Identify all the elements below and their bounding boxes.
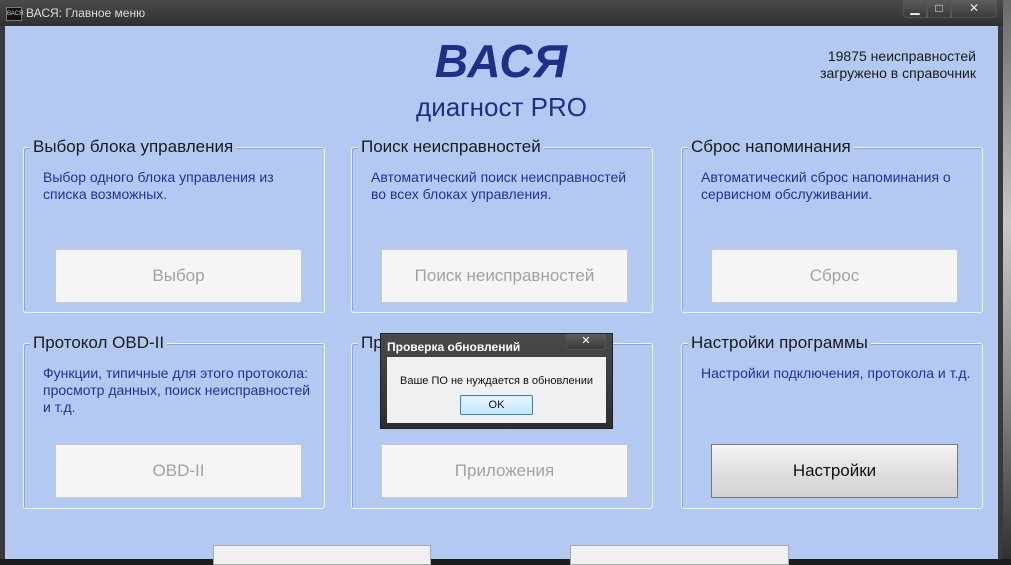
main-menu-panel: ВАСЯ диагност PRO 19875 неисправностей з… — [5, 26, 998, 565]
fault-search-button[interactable]: Поиск неисправностей — [381, 249, 628, 303]
dialog-close-button[interactable]: ✕ — [566, 334, 606, 350]
main-window: ВАСЯ ВАСЯ: Главное меню ▁ □ ✕ ВАСЯ диагн… — [0, 0, 1003, 565]
faults-count: 19875 неисправностей загружено в справоч… — [820, 48, 976, 82]
faults-count-line: 19875 неисправностей — [827, 48, 976, 64]
group-description: Автоматический сброс напоминания о серви… — [701, 169, 951, 202]
group-title: Настройки программы — [688, 333, 871, 353]
group-reset-reminder: Сброс напоминания Автоматический сброс н… — [681, 137, 983, 313]
group-control-unit: Выбор блока управления Выбор одного блок… — [23, 137, 325, 313]
applications-button[interactable]: Приложения — [381, 444, 628, 498]
group-obd2: Протокол OBD-II Функции, типичные для эт… — [23, 333, 325, 509]
group-title: Протокол OBD-II — [30, 333, 168, 353]
group-title: Поиск неисправностей — [358, 137, 544, 157]
bottom-right-button[interactable] — [570, 545, 789, 565]
faults-loaded-line: загружено в справочник — [820, 65, 976, 81]
dialog-body: Ваше ПО не нуждается в обновлении OK — [387, 357, 606, 423]
dialog-title: Проверка обновлений — [387, 340, 521, 354]
desktop-background — [1003, 0, 1011, 559]
group-description: Выбор одного блока управления из списка … — [43, 169, 274, 202]
group-title: Выбор блока управления — [30, 137, 237, 157]
group-description: Автоматический поиск неисправностей во в… — [371, 169, 627, 202]
ok-button[interactable]: OK — [460, 395, 533, 415]
app-subtitle: диагност PRO — [416, 92, 587, 122]
group-settings: Настройки программы Настройки подключени… — [681, 333, 983, 509]
minimize-button[interactable]: ▁ — [903, 0, 927, 18]
dialog-message: Ваше ПО не нуждается в обновлении — [400, 375, 593, 387]
reset-button[interactable]: Сброс — [711, 249, 958, 303]
window-title: ВАСЯ: Главное меню — [26, 6, 146, 20]
title-bar[interactable]: ВАСЯ ВАСЯ: Главное меню ▁ □ ✕ — [0, 0, 1003, 26]
close-button[interactable]: ✕ — [951, 0, 997, 18]
update-check-dialog: Проверка обновлений ✕ Ваше ПО не нуждает… — [380, 333, 613, 429]
settings-button[interactable]: Настройки — [711, 444, 958, 498]
group-description: Функции, типичные для этого протокола: п… — [43, 365, 311, 415]
select-button[interactable]: Выбор — [55, 249, 302, 303]
obd2-button[interactable]: OBD-II — [55, 444, 302, 498]
maximize-button[interactable]: □ — [927, 0, 951, 18]
group-description: Настройки подключения, протокола и т.д. — [701, 365, 971, 381]
app-icon: ВАСЯ — [6, 7, 23, 21]
bottom-left-button[interactable] — [213, 545, 431, 565]
group-fault-search: Поиск неисправностей Автоматический поис… — [351, 137, 653, 313]
group-title: Сброс напоминания — [688, 137, 854, 157]
